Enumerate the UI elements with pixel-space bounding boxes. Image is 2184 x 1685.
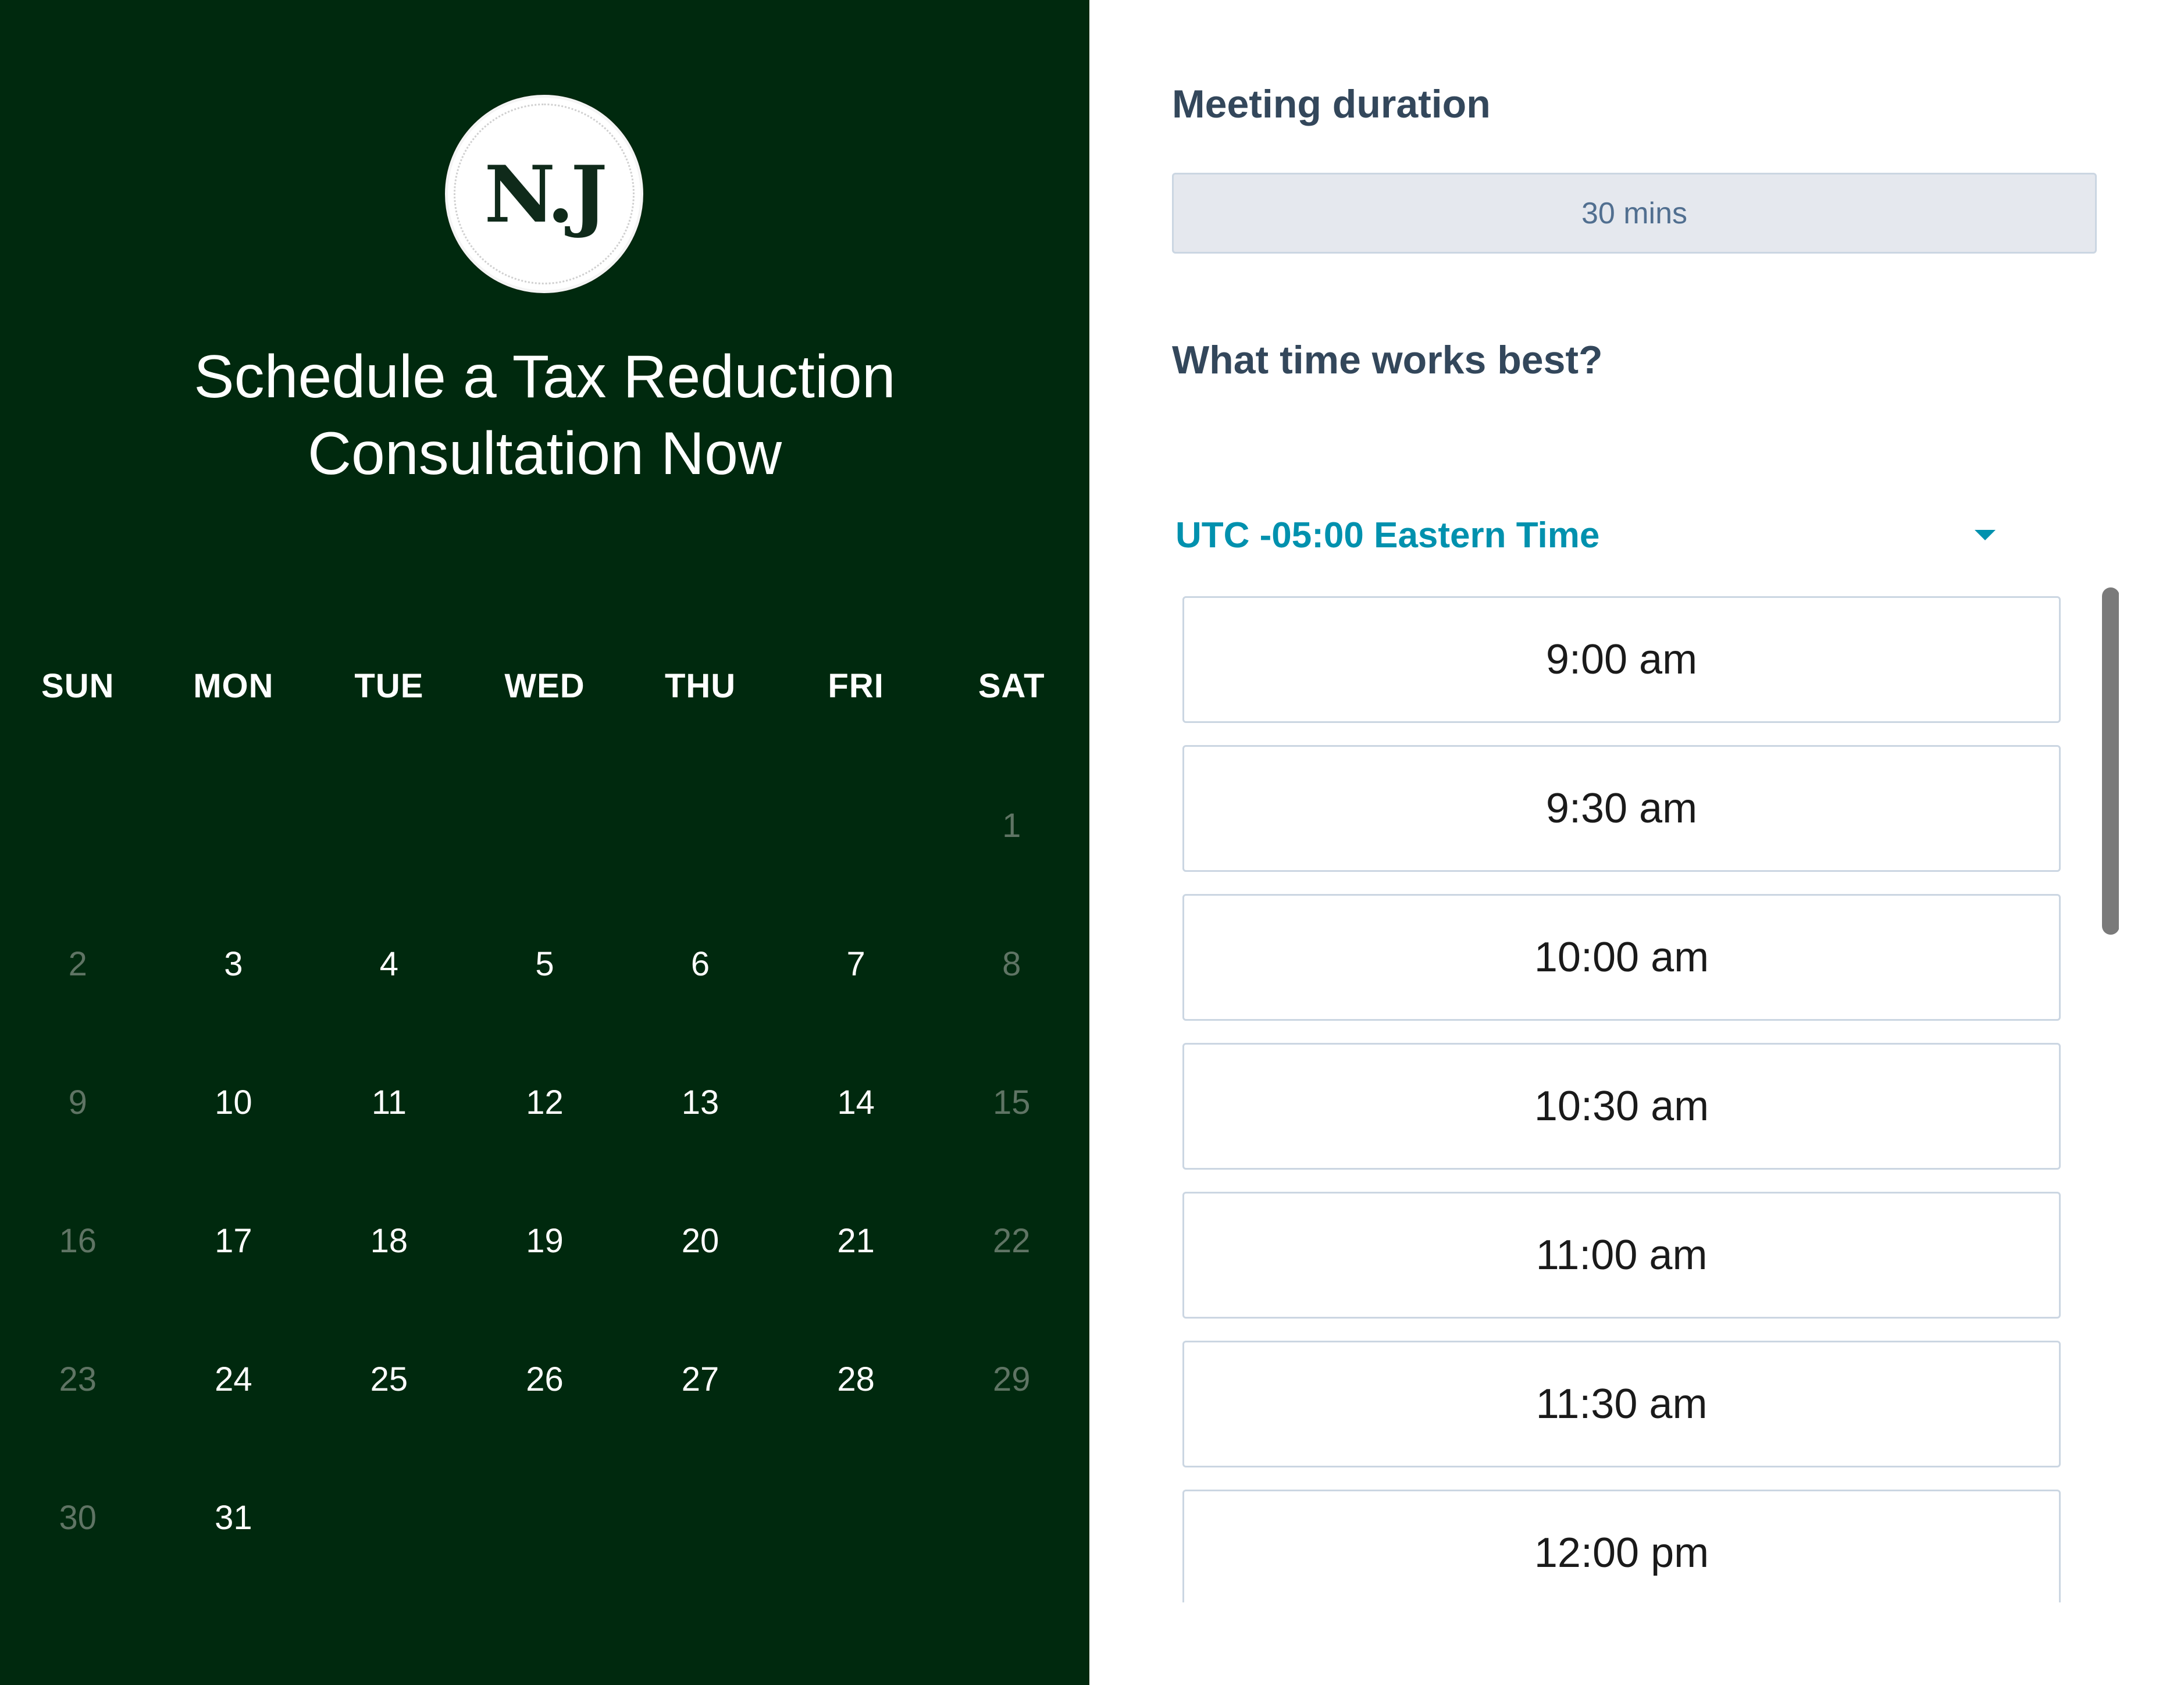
calendar-day-available[interactable]: 10 — [156, 1068, 312, 1206]
page-title: Schedule a Tax Reduction Consultation No… — [0, 339, 1089, 492]
scrollbar-thumb[interactable] — [2102, 587, 2119, 935]
time-slot-button[interactable]: 9:00 am — [1182, 596, 2061, 723]
calendar-day-available[interactable]: 7 — [778, 929, 934, 1068]
calendar-week-row: 2 34567 8 — [0, 929, 1089, 1068]
weekday-tue: TUE — [354, 667, 424, 705]
calendar-day-available[interactable]: 14 — [778, 1068, 934, 1206]
calendar-week-row: 1 — [0, 791, 1089, 929]
calendar-day-unavailable: 15 — [992, 1084, 1031, 1121]
weekday-fri: FRI — [828, 667, 884, 705]
calendar-week-row: 16 17 18 19 20 21 22 — [0, 1206, 1089, 1345]
time-slot-button[interactable]: 11:00 am — [1182, 1192, 2061, 1319]
calendar-day-unavailable: 29 — [992, 1360, 1031, 1398]
time-slot-button[interactable]: 10:30 am — [1182, 1043, 2061, 1170]
timezone-label: UTC -05:00 Eastern Time — [1175, 515, 1600, 555]
time-slot-button[interactable]: 9:30 am — [1182, 745, 2061, 872]
calendar-day-unavailable: 16 — [59, 1222, 97, 1260]
calendar-week-row: 23 24 25 26 27 28 29 — [0, 1345, 1089, 1483]
calendar-day-available[interactable]: 25 — [311, 1345, 467, 1483]
calendar-day-unavailable: 2 — [68, 945, 87, 983]
calendar-day-available[interactable]: 13 — [622, 1068, 778, 1206]
calendar-panel: N.J Schedule a Tax Reduction Consultatio… — [0, 0, 1089, 1685]
calendar-weeks: 1 2 3 4 5 6 7 8 9 10 11 12 13 14 15 16 17 18 19 20 21 22 23 24 2… — [0, 791, 1089, 1622]
calendar-day-available[interactable]: 28 — [778, 1345, 934, 1483]
calendar-day-available[interactable]: 21 — [778, 1206, 934, 1345]
calendar-day-available[interactable]: 12 — [467, 1068, 623, 1206]
time-slot-button[interactable]: 10:00 am — [1182, 894, 2061, 1021]
duration-select[interactable]: 30 mins — [1172, 173, 2097, 254]
logo-monogram: N.J — [484, 148, 608, 240]
calendar-day-unavailable: 9 — [68, 1084, 87, 1121]
calendar-day-available[interactable]: 17 — [156, 1206, 312, 1345]
weekday-mon: MON — [193, 667, 274, 705]
duration-label: Meeting duration — [1172, 82, 1491, 126]
calendar-day-available[interactable]: 11 — [311, 1068, 467, 1206]
weekday-header: SUN MON TUE WED THU FRI SAT — [0, 651, 1089, 721]
calendar-day-available[interactable]: 27 — [622, 1345, 778, 1483]
calendar-day-available[interactable]: 3 — [156, 929, 312, 1068]
page-title-line-1: Schedule a Tax Reduction — [194, 343, 896, 411]
timezone-select[interactable]: UTC -05:00 Eastern Time — [1175, 506, 2007, 564]
calendar-day-available[interactable]: 24 — [156, 1345, 312, 1483]
calendar-day-available[interactable]: 4 — [311, 929, 467, 1068]
calendar-day-available[interactable]: 26 — [467, 1345, 623, 1483]
time-question-label: What time works best? — [1172, 338, 1603, 382]
weekday-sun: SUN — [41, 667, 115, 705]
calendar-day-unavailable: 1 — [1002, 807, 1021, 845]
weekday-wed: WED — [504, 667, 585, 705]
calendar-week-row: 9 10 11 12 13 14 15 — [0, 1068, 1089, 1206]
caret-down-icon — [1975, 530, 1996, 540]
calendar-day-available[interactable]: 19 — [467, 1206, 623, 1345]
calendar-day-unavailable: 8 — [1002, 945, 1021, 983]
page-title-line-2: Consultation Now — [307, 420, 782, 487]
month-calendar: SUN MON TUE WED THU FRI SAT 1 2 3 4 5 6 7 8 9 10 1… — [0, 651, 1089, 1537]
calendar-week-row: 30 31 — [0, 1483, 1089, 1622]
time-slot-list[interactable]: 9:00 am 9:30 am 10:00 am 10:30 am 11:00 am 11… — [1182, 587, 2119, 1602]
brand-logo: N.J — [445, 95, 643, 293]
time-slot-button[interactable]: 12:00 pm — [1182, 1490, 2061, 1602]
time-slot-button[interactable]: 11:30 am — [1182, 1341, 2061, 1467]
calendar-day-available[interactable]: 6 — [622, 929, 778, 1068]
weekday-sat: SAT — [978, 667, 1045, 705]
calendar-day-available[interactable]: 5 — [467, 929, 623, 1068]
calendar-day-available[interactable]: 18 — [311, 1206, 467, 1345]
calendar-day-unavailable: 23 — [59, 1360, 97, 1398]
calendar-day-available[interactable]: 31 — [156, 1483, 312, 1622]
calendar-day-available[interactable]: 20 — [622, 1206, 778, 1345]
booking-panel: Meeting duration 30 mins What time works… — [1089, 0, 2184, 1685]
calendar-day-unavailable: 22 — [992, 1222, 1031, 1260]
weekday-thu: THU — [664, 667, 736, 705]
calendar-day-unavailable: 30 — [59, 1499, 97, 1537]
